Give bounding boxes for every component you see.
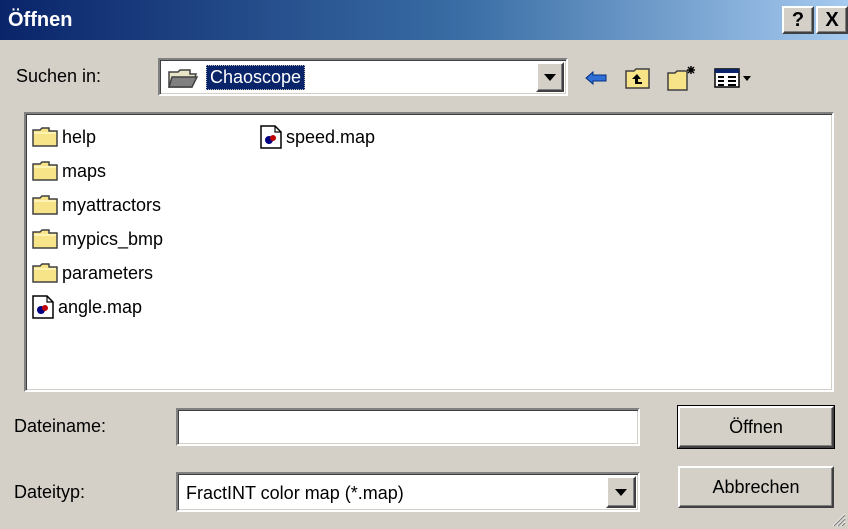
lookin-label: Suchen in: [16,66,102,86]
filetype-dropdown-button[interactable] [606,476,636,508]
new-folder-button[interactable] [666,62,698,94]
window-title: Öffnen [8,9,73,31]
view-menu-button[interactable] [710,62,758,94]
file-name: maps [62,160,107,181]
filetype-dropdown[interactable]: FractINT color map (*.map) [176,472,640,512]
back-button[interactable] [580,62,612,94]
help-button[interactable]: ? [782,6,814,34]
file-item[interactable]: angle.map [32,290,163,324]
folder-item[interactable]: parameters [32,256,163,290]
file-name: help [62,126,97,147]
folder-icon [32,263,58,283]
map-file-icon [260,125,282,149]
chevron-down-icon [615,488,627,496]
up-folder-icon [625,68,650,89]
map-file-icon [32,295,54,319]
lookin-value: Chaoscope [206,65,306,90]
folder-icon [32,195,58,215]
file-column-1: help maps myattractors mypics_bmp parameters… [32,120,163,324]
open-button[interactable]: Öffnen [677,405,835,449]
view-menu-icon [714,68,751,88]
filename-label: Dateiname: [14,416,107,436]
filetype-value: FractINT color map (*.map) [186,483,404,503]
new-folder-icon [667,66,695,91]
resize-grip-icon[interactable] [830,511,846,527]
file-list[interactable]: help maps myattractors mypics_bmp parameters… [24,112,834,392]
file-name: myattractors [62,194,162,215]
folder-item[interactable]: help [32,120,163,154]
filename-input[interactable] [176,408,640,446]
up-one-level-button[interactable] [622,62,654,94]
lookin-dropdown-button[interactable] [536,62,564,92]
open-button-label: Öffnen [729,416,783,437]
cancel-button[interactable]: Abbrechen [678,466,834,508]
file-name: mypics_bmp [62,228,164,249]
folder-item[interactable]: maps [32,154,163,188]
folder-icon [32,127,58,147]
close-label: X [825,8,839,31]
help-label: ? [791,8,805,31]
file-column-2: speed.map [260,120,375,154]
close-button[interactable]: X [816,6,848,34]
open-folder-icon [168,69,198,88]
chevron-down-icon [544,73,556,81]
folder-item[interactable]: myattractors [32,188,163,222]
cancel-button-label: Abbrechen [712,476,800,497]
file-name: speed.map [286,126,376,147]
file-name: angle.map [58,296,143,317]
back-arrow-icon [585,70,607,86]
file-name: parameters [62,262,154,283]
folder-icon [32,229,58,249]
folder-item[interactable]: mypics_bmp [32,222,163,256]
lookin-dropdown[interactable]: Chaoscope [158,58,568,96]
filetype-label: Dateityp: [14,482,86,502]
file-item[interactable]: speed.map [260,120,375,154]
title-bar: Öffnen ? X [0,0,848,40]
folder-icon [32,161,58,181]
